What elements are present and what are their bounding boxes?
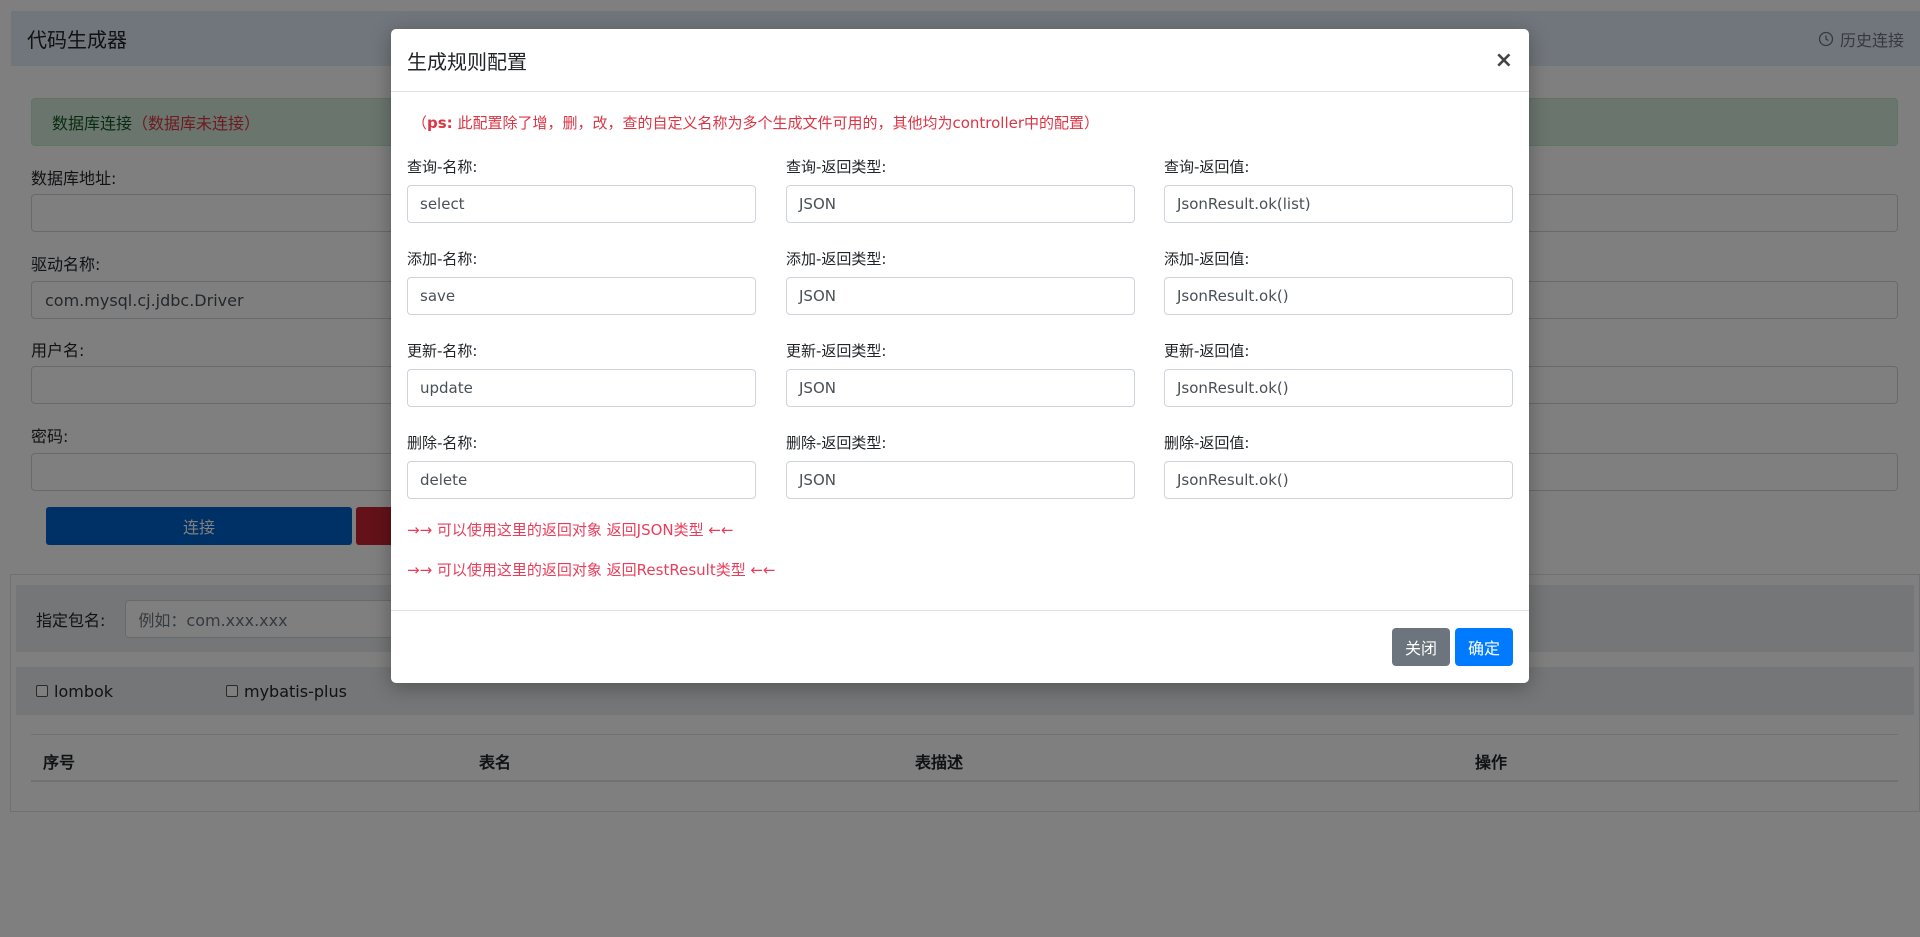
update-type-input[interactable]: JSON — [786, 369, 1135, 407]
update-type-label: 更新-返回类型: — [786, 342, 887, 360]
save-name-input[interactable]: save — [407, 277, 756, 315]
select-name-input[interactable]: select — [407, 185, 756, 223]
update-name-label: 更新-名称: — [407, 342, 478, 360]
save-type-label: 添加-返回类型: — [786, 250, 887, 268]
rule-config-modal: 生成规则配置 × （ps: 此配置除了增，删，改，查的自定义名称为多个生成文件可… — [391, 29, 1529, 683]
update-return-label: 更新-返回值: — [1164, 342, 1250, 360]
close-icon[interactable]: × — [1495, 48, 1513, 73]
delete-type-label: 删除-返回类型: — [786, 434, 887, 452]
confirm-button[interactable]: 确定 — [1455, 628, 1513, 666]
delete-name-label: 删除-名称: — [407, 434, 478, 452]
select-type-label: 查询-返回类型: — [786, 158, 887, 176]
save-return-label: 添加-返回值: — [1164, 250, 1250, 268]
save-name-label: 添加-名称: — [407, 250, 478, 268]
save-type-input[interactable]: JSON — [786, 277, 1135, 315]
modal-title: 生成规则配置 — [407, 49, 527, 74]
ps-open: （ — [412, 114, 428, 132]
ps-text: 此配置除了增，删，改，查的自定义名称为多个生成文件可用的，其他均为control… — [457, 114, 1100, 132]
close-button[interactable]: 关闭 — [1392, 628, 1450, 666]
delete-name-input[interactable]: delete — [407, 461, 756, 499]
delete-return-input[interactable]: JsonResult.ok() — [1164, 461, 1513, 499]
modal-body: （ps: 此配置除了增，删，改，查的自定义名称为多个生成文件可用的，其他均为co… — [391, 92, 1529, 610]
hint-json: →→ 可以使用这里的返回对象 返回JSON类型 ←← — [407, 521, 734, 539]
select-type-input[interactable]: JSON — [786, 185, 1135, 223]
ps-bold: ps: — [427, 114, 453, 132]
modal-header: 生成规则配置 × — [391, 29, 1529, 92]
delete-type-input[interactable]: JSON — [786, 461, 1135, 499]
select-return-input[interactable]: JsonResult.ok(list) — [1164, 185, 1513, 223]
select-name-label: 查询-名称: — [407, 158, 478, 176]
select-return-label: 查询-返回值: — [1164, 158, 1250, 176]
save-return-input[interactable]: JsonResult.ok() — [1164, 277, 1513, 315]
hint-rest-result: →→ 可以使用这里的返回对象 返回RestResult类型 ←← — [407, 561, 776, 579]
ps-note: （ps: 此配置除了增，删，改，查的自定义名称为多个生成文件可用的，其他均为co… — [412, 112, 1099, 133]
modal-footer: 关闭 确定 — [391, 610, 1529, 683]
update-return-input[interactable]: JsonResult.ok() — [1164, 369, 1513, 407]
update-name-input[interactable]: update — [407, 369, 756, 407]
delete-return-label: 删除-返回值: — [1164, 434, 1250, 452]
